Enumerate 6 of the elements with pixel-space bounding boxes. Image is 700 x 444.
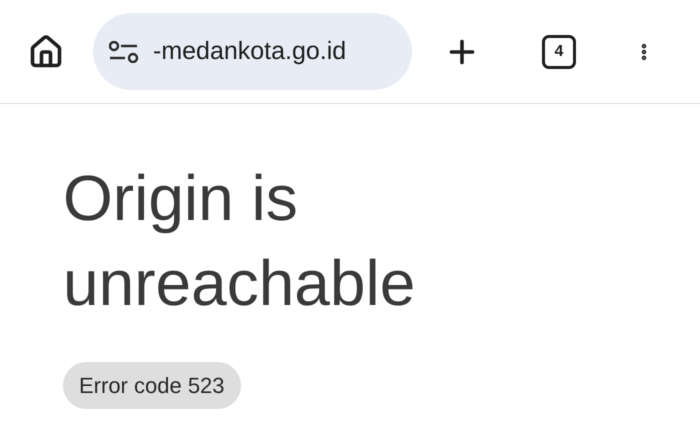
tune-icon[interactable]: [109, 40, 139, 62]
error-code-badge: Error code 523: [63, 362, 241, 409]
tab-count-button[interactable]: 4: [542, 34, 576, 68]
address-bar[interactable]: -medankota.go.id: [93, 13, 412, 90]
url-text: -medankota.go.id: [153, 36, 346, 67]
error-heading: Origin is unreachable: [63, 161, 416, 321]
